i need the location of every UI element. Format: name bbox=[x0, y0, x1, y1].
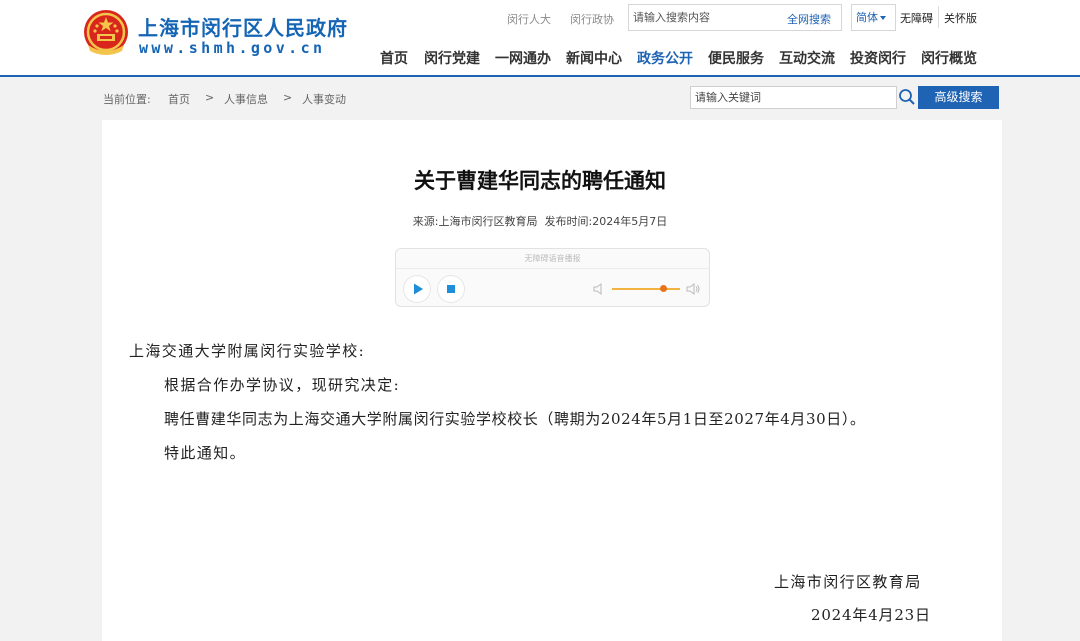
play-button[interactable] bbox=[404, 276, 430, 302]
article-salutation: 上海交通大学附属闵行实验学校: bbox=[129, 342, 366, 360]
accessibility-link[interactable]: 无障碍 bbox=[900, 10, 933, 26]
article-paragraph: 聘任曹建华同志为上海交通大学附属闵行实验学校校长（聘期为2024年5月1日至20… bbox=[164, 410, 866, 428]
nav-item-gov-info[interactable]: 政务公开 bbox=[637, 48, 693, 68]
article-source: 上海市闵行区教育局 bbox=[438, 215, 538, 228]
keyword-search-input[interactable] bbox=[690, 86, 897, 109]
volume-high-icon bbox=[686, 283, 700, 295]
nav-item-home[interactable]: 首页 bbox=[380, 48, 408, 68]
volume-low-icon bbox=[593, 283, 602, 295]
language-select[interactable]: 简体 bbox=[851, 4, 896, 31]
volume-slider[interactable] bbox=[612, 288, 680, 290]
national-emblem-icon[interactable] bbox=[82, 9, 130, 59]
nav-item-service-portal[interactable]: 一网通办 bbox=[495, 48, 551, 68]
header-divider bbox=[0, 75, 1080, 77]
source-label: 来源: bbox=[412, 215, 439, 228]
audio-player: 无障碍语音播报 bbox=[395, 248, 710, 307]
breadcrumb-personnel-info[interactable]: 人事信息 bbox=[224, 91, 268, 107]
elderly-mode-link[interactable]: 关怀版 bbox=[944, 10, 977, 26]
play-icon bbox=[414, 283, 423, 295]
site-header: 上海市闵行区人民政府 www.shmh.gov.cn 闵行人大 闵行政协 全网搜… bbox=[0, 0, 1080, 76]
stop-button[interactable] bbox=[438, 276, 464, 302]
global-search-button[interactable]: 全网搜索 bbox=[787, 11, 831, 27]
nav-item-investment[interactable]: 投资闵行 bbox=[850, 48, 906, 68]
article-meta: 来源:上海市闵行区教育局 发布时间:2024年5月7日 bbox=[0, 213, 1080, 229]
site-title[interactable]: 上海市闵行区人民政府 bbox=[138, 12, 348, 41]
nav-item-interaction[interactable]: 互动交流 bbox=[779, 48, 835, 68]
date-label: 发布时间: bbox=[544, 215, 593, 228]
breadcrumb-home[interactable]: 首页 bbox=[168, 91, 190, 107]
search-icon[interactable] bbox=[898, 88, 916, 106]
advanced-search-button[interactable]: 高级搜索 bbox=[918, 86, 999, 109]
language-select-value: 简体 bbox=[856, 11, 878, 24]
signature-date: 2024年4月23日 bbox=[811, 606, 931, 624]
top-link-cppcc[interactable]: 闵行政协 bbox=[570, 11, 614, 27]
player-caption: 无障碍语音播报 bbox=[524, 254, 581, 263]
breadcrumb-separator: > bbox=[283, 91, 293, 104]
stop-icon bbox=[447, 285, 455, 293]
nav-item-overview[interactable]: 闵行概览 bbox=[921, 48, 977, 68]
article-paragraph: 特此通知。 bbox=[164, 444, 247, 462]
breadcrumb-separator: > bbox=[205, 91, 215, 104]
top-link-npc[interactable]: 闵行人大 bbox=[507, 11, 551, 27]
caret-down-icon bbox=[880, 16, 886, 20]
article-paragraph: 根据合作办学协议，现研究决定: bbox=[164, 376, 401, 394]
article-date: 2024年5月7日 bbox=[592, 215, 668, 228]
volume-slider-handle[interactable] bbox=[659, 285, 667, 292]
article-title: 关于曹建华同志的聘任通知 bbox=[414, 169, 666, 193]
global-search-input[interactable] bbox=[629, 5, 785, 30]
nav-item-party[interactable]: 闵行党建 bbox=[424, 48, 480, 68]
signature-org: 上海市闵行区教育局 bbox=[774, 573, 922, 591]
nav-item-citizen-services[interactable]: 便民服务 bbox=[708, 48, 764, 68]
breadcrumb-label: 当前位置: bbox=[103, 93, 151, 106]
nav-item-news[interactable]: 新闻中心 bbox=[566, 48, 622, 68]
breadcrumb-personnel-changes[interactable]: 人事变动 bbox=[302, 91, 346, 107]
global-search-box: 全网搜索 bbox=[628, 4, 842, 31]
divider bbox=[396, 268, 709, 269]
divider bbox=[938, 6, 939, 28]
site-url[interactable]: www.shmh.gov.cn bbox=[139, 39, 325, 57]
